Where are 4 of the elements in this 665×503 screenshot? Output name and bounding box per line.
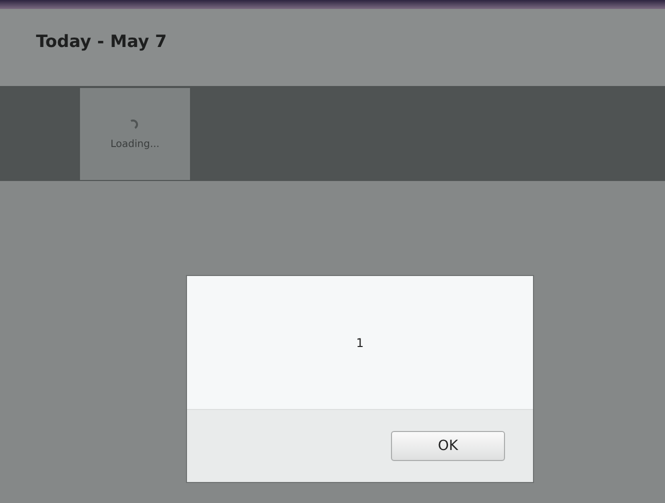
ok-button[interactable]: OK bbox=[391, 431, 505, 461]
dialog-message: 1 bbox=[356, 336, 364, 350]
page-title: Today - May 7 bbox=[36, 32, 167, 52]
loading-text: Loading... bbox=[110, 139, 160, 150]
